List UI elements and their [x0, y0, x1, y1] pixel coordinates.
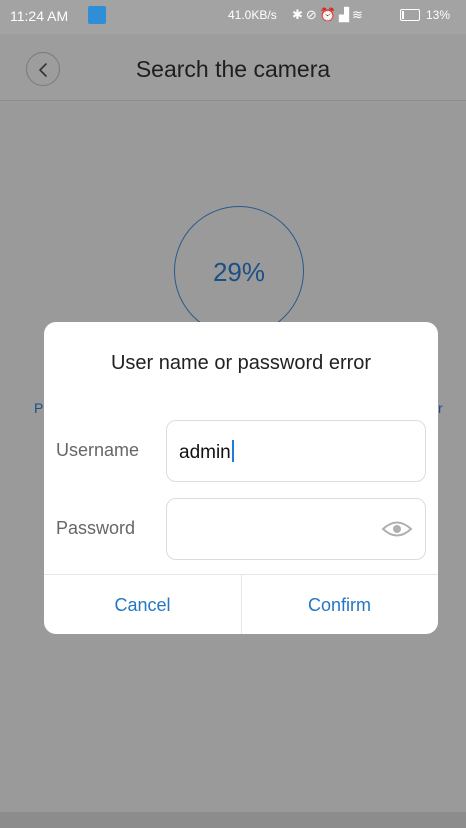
login-error-dialog: User name or password error Username adm… — [44, 322, 438, 634]
page-title: Search the camera — [135, 56, 331, 82]
status-time: 11:24 AM — [10, 8, 69, 24]
progress-percent: 29% — [212, 257, 266, 287]
bluetooth-icon: ✱ — [292, 7, 306, 22]
password-input[interactable] — [166, 498, 426, 560]
confirm-button[interactable]: Confirm — [241, 575, 438, 634]
dialog-title: User name or password error — [110, 352, 372, 374]
battery-percent: 13% — [426, 8, 451, 22]
username-value: admin — [179, 440, 234, 464]
alarm-icon: ⏰ — [319, 7, 339, 22]
app-notification-icon — [88, 6, 106, 24]
background-text-left: P — [34, 400, 44, 416]
username-label: Username — [56, 440, 140, 460]
mute-icon: ⊘ — [305, 7, 320, 22]
search-progress-ring: 29% — [174, 206, 304, 336]
signal-icon: ▟ — [339, 7, 352, 22]
battery-fill — [402, 11, 404, 19]
text-caret — [231, 440, 234, 462]
bottom-edge — [0, 812, 466, 828]
battery-icon — [400, 9, 420, 21]
status-bar: 11:24 AM 41.0KB/s ✱⊘⏰▟≋ 13% — [0, 0, 466, 34]
network-speed: 41.0KB/s — [228, 8, 277, 22]
username-input[interactable]: admin — [166, 420, 426, 482]
wifi-icon: ≋ — [352, 7, 366, 22]
background-text-right: r — [438, 400, 443, 416]
password-label: Password — [56, 518, 136, 538]
status-icons: ✱⊘⏰▟≋ — [292, 7, 366, 23]
dialog-actions: Cancel Confirm — [44, 574, 438, 634]
cancel-button[interactable]: Cancel — [44, 575, 241, 634]
eye-icon[interactable] — [381, 519, 413, 544]
app-header: Search the camera — [0, 34, 466, 101]
